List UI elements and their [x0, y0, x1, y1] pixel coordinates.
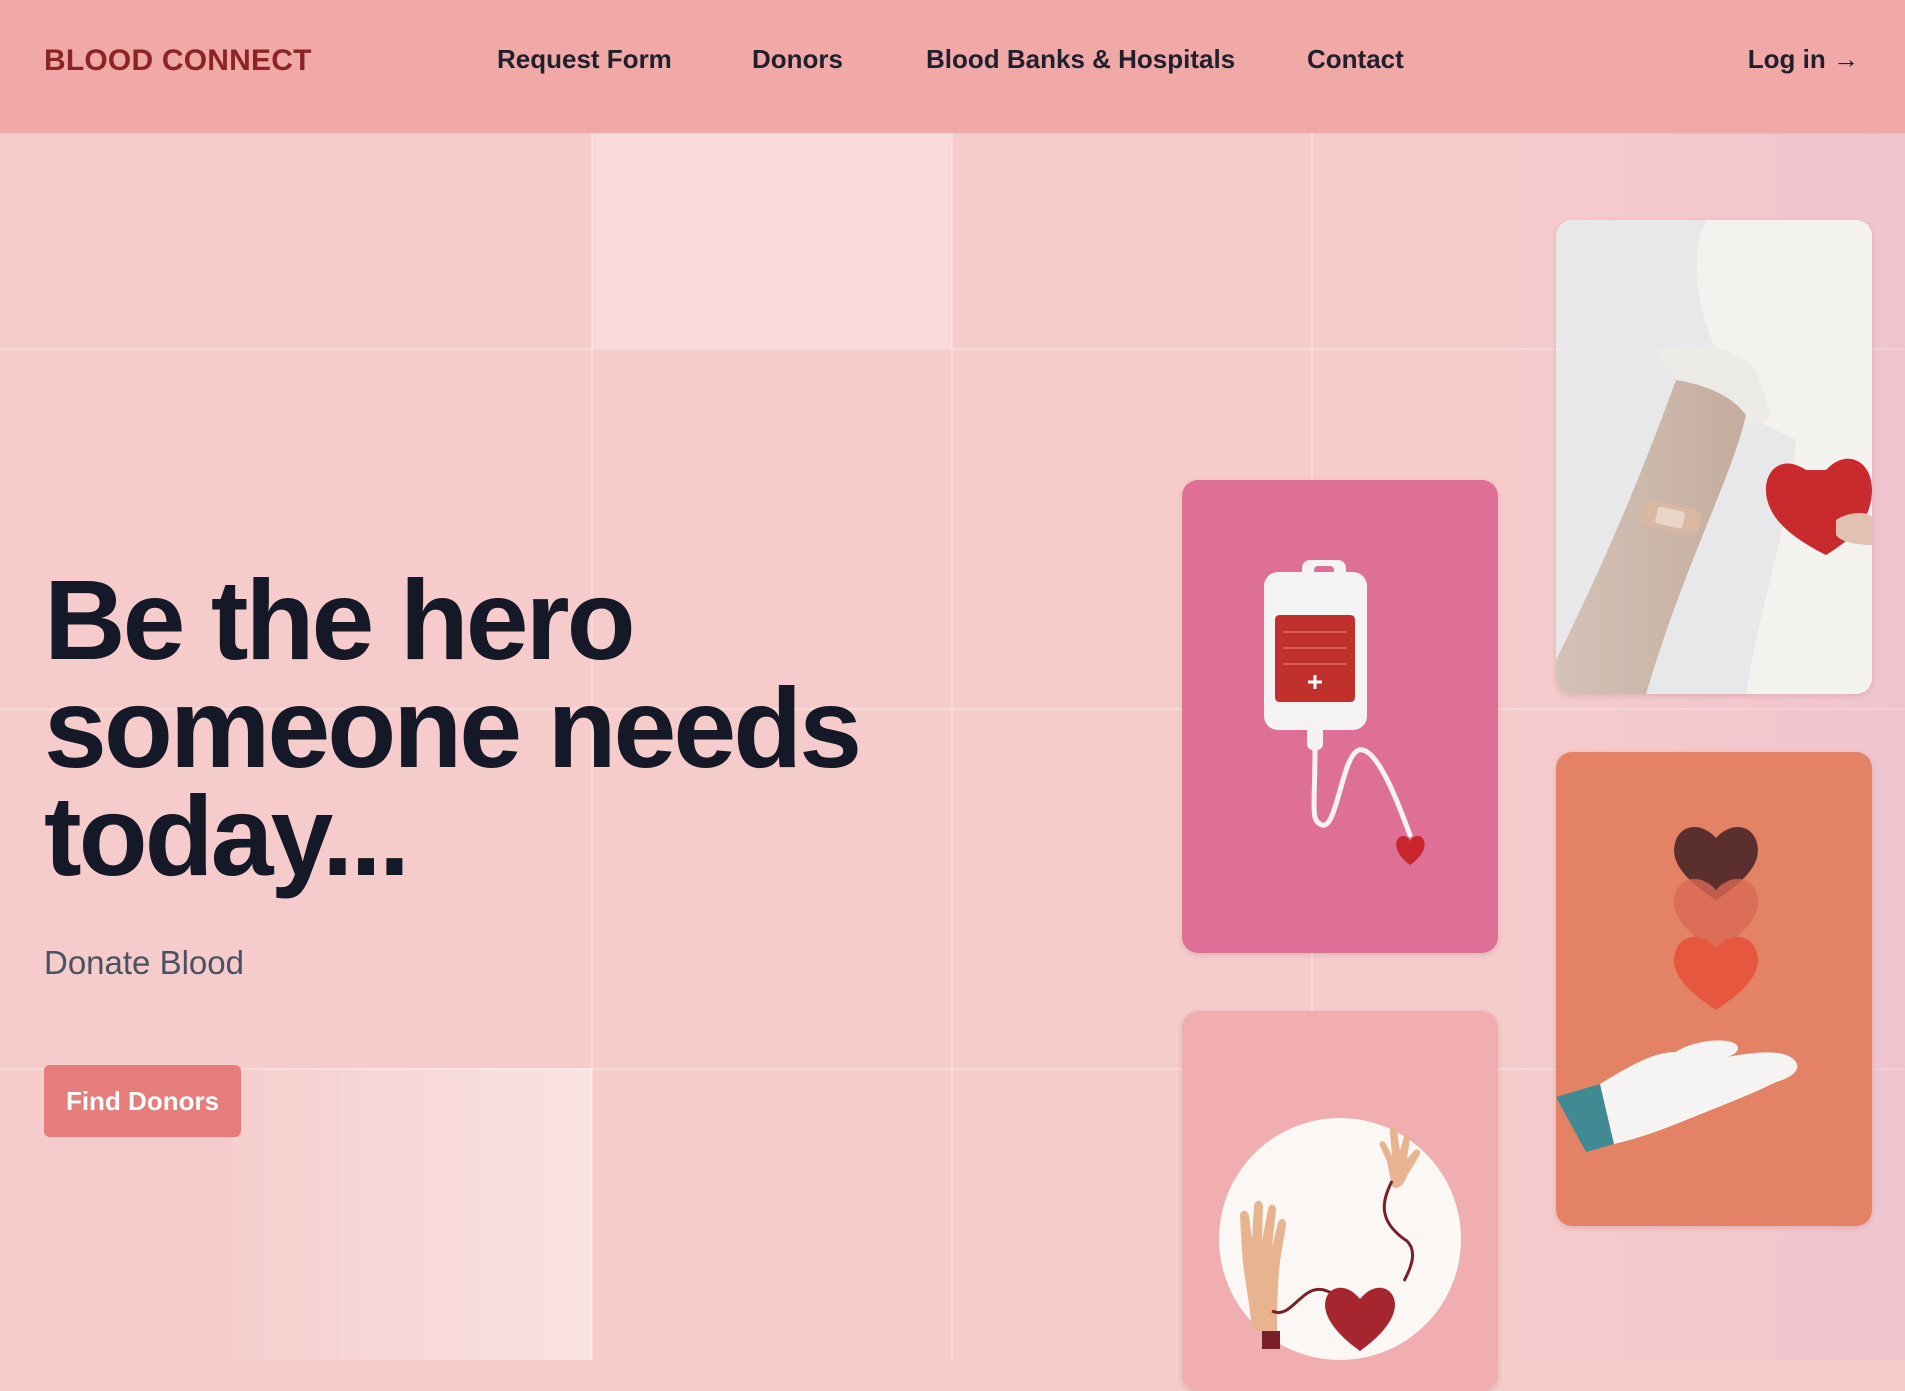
blood-bag-card: [1182, 480, 1498, 953]
nav-contact[interactable]: Contact: [1307, 44, 1404, 75]
arm-heart-photo: [1556, 220, 1872, 694]
hand-hearts-card: [1556, 752, 1872, 1226]
blood-bag-icon: [1182, 480, 1498, 953]
nav-request-form[interactable]: Request Form: [497, 44, 672, 75]
login-link[interactable]: Log in →: [1748, 44, 1859, 75]
nav-donors[interactable]: Donors: [752, 44, 843, 75]
login-label: Log in: [1747, 44, 1826, 74]
hands-transfusion-icon: [1182, 1011, 1498, 1391]
headline-line: today...: [44, 773, 410, 899]
main-nav: Request Form Donors Blood Banks & Hospit…: [0, 44, 1905, 78]
transfusion-card: [1182, 1011, 1498, 1391]
hero-headline: Be the hero someone needs today...: [44, 564, 944, 893]
arrow-right-icon: →: [1833, 44, 1859, 74]
find-donors-button[interactable]: Find Donors: [44, 1065, 241, 1137]
arm-with-heart-card: [1556, 220, 1872, 694]
hero-subtitle: Donate Blood: [44, 944, 244, 981]
hand-giving-hearts-icon: [1556, 752, 1872, 1226]
top-navbar: BLOOD CONNECT Request Form Donors Blood …: [0, 0, 1905, 133]
nav-blood-banks-hospitals[interactable]: Blood Banks & Hospitals: [926, 44, 1235, 75]
